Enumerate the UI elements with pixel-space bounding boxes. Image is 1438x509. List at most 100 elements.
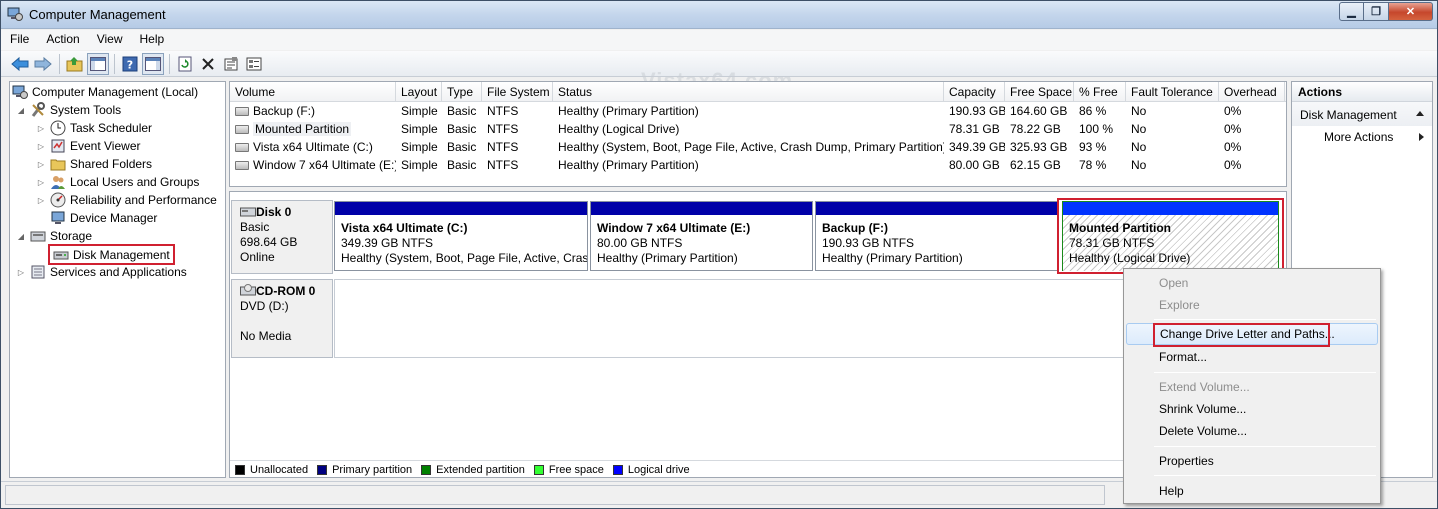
menu-item-explore[interactable]: Explore — [1126, 294, 1378, 316]
tree-item-disk-management[interactable]: Disk Management — [48, 244, 175, 265]
show-hide-action-pane-button[interactable] — [142, 52, 164, 75]
primary-partition-bar — [816, 202, 1057, 215]
cell-free-space: 325.93 GB — [1010, 140, 1068, 154]
legend-label: Extended partition — [436, 463, 525, 476]
tree-item-local-users[interactable]: ▷ Local Users and Groups — [36, 173, 199, 191]
legend-item: Logical drive — [612, 464, 690, 476]
expand-arrow-icon[interactable]: ▷ — [16, 268, 26, 277]
column-header-overhead[interactable]: Overhead — [1219, 82, 1285, 102]
partition-backup-f[interactable]: Backup (F:) 190.93 GB NTFS Healthy (Prim… — [815, 201, 1058, 271]
collapse-arrow-icon[interactable]: ◢ — [16, 106, 26, 115]
restore-icon: ❐ — [1371, 6, 1381, 18]
legend-item: Extended partition — [421, 464, 525, 476]
partition-win7-e[interactable]: Window 7 x64 Ultimate (E:) 80.00 GB NTFS… — [590, 201, 813, 271]
action-pane-icon — [145, 56, 161, 71]
cell-overhead: 0% — [1224, 122, 1242, 136]
disk-settings-button[interactable] — [243, 53, 265, 75]
actions-section-disk-management[interactable]: Disk Management — [1292, 102, 1432, 126]
tree-item-system-tools[interactable]: ◢ System Tools — [16, 101, 121, 119]
more-actions-link[interactable]: More Actions — [1292, 126, 1432, 148]
menu-item-change-drive-letter[interactable]: Change Drive Letter and Paths... — [1126, 323, 1378, 345]
cdrom-name: CD-ROM 0 — [256, 284, 316, 298]
tree-item-services-applications[interactable]: ▷ Services and Applications — [16, 263, 187, 281]
minimize-icon: ▁ — [1347, 6, 1356, 18]
tree-item-computer-management[interactable]: Computer Management (Local) — [12, 83, 198, 101]
delete-button[interactable] — [197, 53, 219, 75]
disk0-label[interactable]: Disk 0 Basic 698.64 GB Online — [231, 200, 333, 274]
back-button[interactable] — [9, 53, 31, 75]
menu-item-delete-volume[interactable]: Delete Volume... — [1126, 420, 1378, 442]
column-header-volume[interactable]: Volume — [230, 82, 396, 102]
expand-arrow-icon[interactable]: ▷ — [36, 160, 46, 169]
menu-item-open[interactable]: Open — [1126, 272, 1378, 294]
tree-item-storage[interactable]: ◢ Storage — [16, 227, 92, 245]
disk-list-icon — [246, 57, 262, 70]
column-header-percent-free[interactable]: % Free — [1074, 82, 1126, 102]
cell-percent-free: 100 % — [1079, 122, 1114, 136]
properties-button[interactable] — [220, 53, 242, 75]
minimize-button[interactable]: ▁ — [1339, 2, 1364, 21]
forward-button[interactable] — [32, 53, 54, 75]
cell-free-space: 78.22 GB — [1010, 122, 1061, 136]
collapse-arrow-icon[interactable]: ◢ — [16, 232, 26, 241]
table-row[interactable]: Backup (F:) Simple Basic NTFS Healthy (P… — [230, 102, 1286, 120]
tree-item-reliability-performance[interactable]: ▷ Reliability and Performance — [36, 191, 217, 209]
partition-vista-c[interactable]: Vista x64 Ultimate (C:) 349.39 GB NTFS H… — [334, 201, 588, 271]
legend-label: Free space — [548, 463, 604, 476]
cell-fault-tolerance: No — [1131, 140, 1147, 154]
column-header-fault-tolerance[interactable]: Fault Tolerance — [1126, 82, 1219, 102]
column-header-capacity[interactable]: Capacity — [944, 82, 1005, 102]
cell-status: Healthy (Primary Partition) — [558, 158, 699, 172]
expand-arrow-icon[interactable]: ▷ — [36, 196, 46, 205]
legend-item: Free space — [533, 463, 604, 476]
tree-item-task-scheduler[interactable]: ▷ Task Scheduler — [36, 119, 152, 137]
menu-bar: File Action View Help — [1, 30, 1437, 50]
column-header-status[interactable]: Status — [553, 82, 944, 102]
volume-icon — [235, 143, 249, 152]
column-header-free-space[interactable]: Free Space — [1005, 82, 1074, 102]
tree-item-shared-folders[interactable]: ▷ Shared Folders — [36, 155, 152, 173]
menu-item-extend-volume[interactable]: Extend Volume... — [1126, 376, 1378, 398]
expand-arrow-icon[interactable]: ▷ — [36, 142, 46, 151]
expand-arrow-icon[interactable]: ▷ — [36, 178, 46, 187]
primary-partition-bar — [591, 202, 812, 215]
menu-action[interactable]: Action — [37, 30, 87, 50]
menu-item-shrink-volume[interactable]: Shrink Volume... — [1126, 398, 1378, 420]
partition-mounted[interactable]: Mounted Partition 78.31 GB NTFS Healthy … — [1062, 201, 1279, 271]
close-button[interactable]: ✕ — [1389, 2, 1433, 21]
menu-item-help[interactable]: Help — [1126, 480, 1378, 502]
cdrom0-label[interactable]: CD-ROM 0 DVD (D:) No Media — [231, 279, 333, 358]
help-button[interactable]: ? — [119, 53, 141, 75]
table-row[interactable]: Window 7 x64 Ultimate (E:) Simple Basic … — [230, 156, 1286, 174]
column-header-type[interactable]: Type — [442, 82, 482, 102]
tree-label: Local Users and Groups — [70, 175, 200, 189]
performance-icon — [50, 192, 66, 208]
tree-label: System Tools — [50, 103, 122, 117]
cdrom-icon — [240, 284, 256, 296]
table-row[interactable]: Mounted Partition Simple Basic NTFS Heal… — [230, 120, 1286, 138]
column-header-layout[interactable]: Layout — [396, 82, 442, 102]
context-menu: Open Explore Change Drive Letter and Pat… — [1123, 268, 1381, 504]
folder-icon — [50, 159, 66, 171]
refresh-button[interactable] — [174, 53, 196, 75]
show-hide-console-tree-button[interactable] — [87, 52, 109, 75]
expand-arrow-icon[interactable]: ▷ — [36, 124, 46, 133]
menu-view[interactable]: View — [88, 30, 131, 50]
tree-item-device-manager[interactable]: Device Manager — [36, 209, 157, 227]
tree-item-event-viewer[interactable]: ▷ Event Viewer — [36, 137, 141, 155]
menu-item-properties[interactable]: Properties — [1126, 450, 1378, 472]
menu-file[interactable]: File — [1, 30, 37, 50]
cell-free-space: 62.15 GB — [1010, 158, 1061, 172]
menu-help[interactable]: Help — [131, 30, 173, 50]
maximize-button[interactable]: ❐ — [1364, 2, 1389, 21]
cell-layout: Simple — [401, 104, 438, 118]
up-one-level-button[interactable] — [64, 53, 86, 75]
table-row[interactable]: Vista x64 Ultimate (C:) Simple Basic NTF… — [230, 138, 1286, 156]
services-icon — [31, 265, 45, 279]
cell-capacity: 190.93 GB — [949, 104, 1005, 118]
menu-item-format[interactable]: Format... — [1126, 346, 1378, 368]
partition-status: Healthy (Logical Drive) — [1069, 251, 1191, 265]
column-header-file-system[interactable]: File System — [482, 82, 553, 102]
tree-label: Storage — [50, 229, 93, 243]
console-tree-icon — [90, 56, 106, 71]
